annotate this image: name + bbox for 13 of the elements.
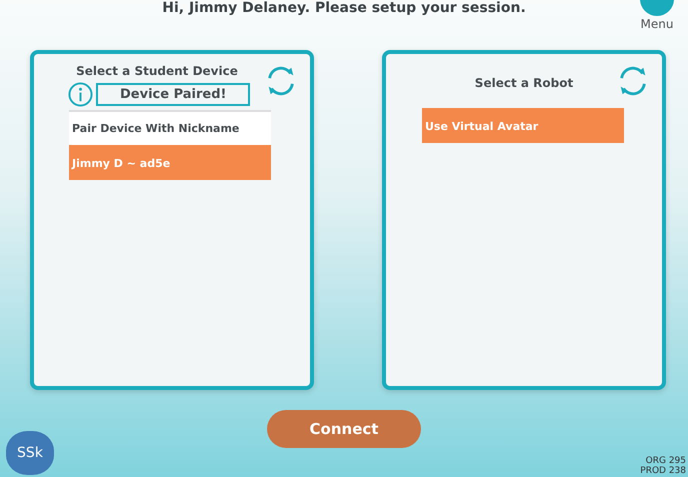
list-item[interactable]: Jimmy D ~ ad5e xyxy=(69,145,271,180)
menu-label[interactable]: Menu xyxy=(640,17,674,31)
list-item[interactable]: Pair Device With Nickname xyxy=(69,110,271,145)
info-icon[interactable] xyxy=(68,82,93,107)
list-item[interactable]: Use Virtual Avatar xyxy=(422,108,624,143)
logo-badge: SSk xyxy=(6,431,54,475)
connect-button[interactable]: Connect xyxy=(267,410,421,448)
version-text: PROD 238 xyxy=(640,466,686,476)
panel-title: Select a Student Device xyxy=(75,64,239,78)
status-badge: Device Paired! xyxy=(96,83,250,106)
greeting-title: Hi, Jimmy Delaney. Please setup your session. xyxy=(162,0,526,18)
panel-title: Select a Robot xyxy=(474,76,574,90)
version-text: ORG 295 xyxy=(646,456,686,466)
